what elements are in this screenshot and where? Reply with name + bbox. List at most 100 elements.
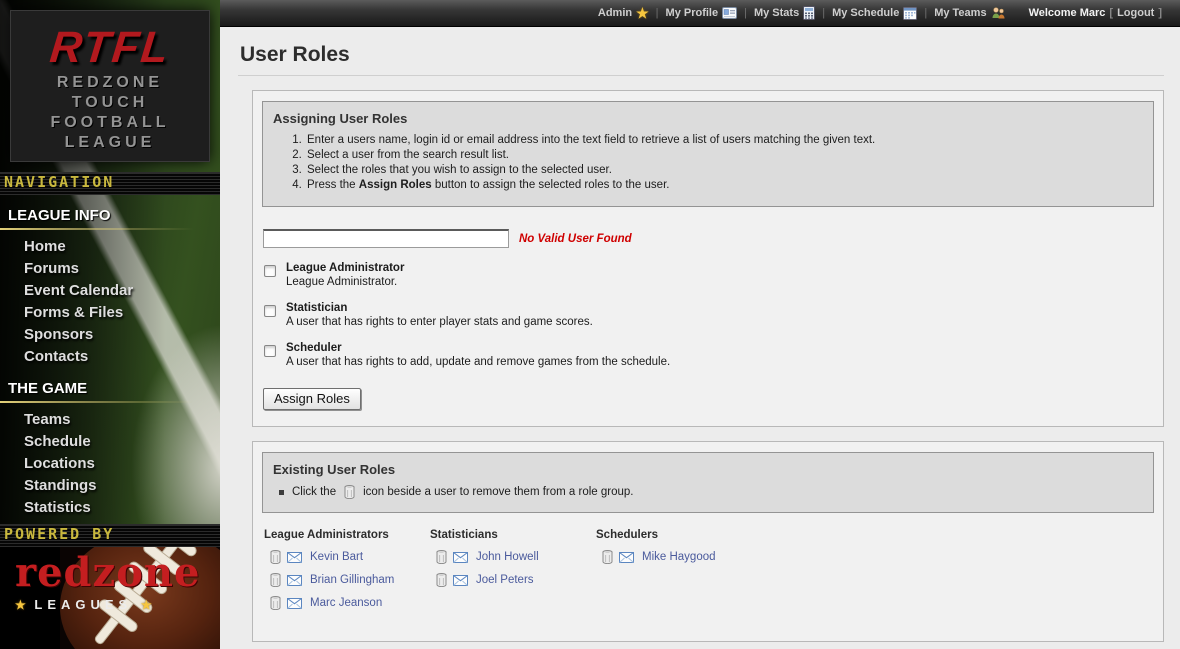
topbar-item-label: My Stats bbox=[754, 7, 799, 19]
email-icon[interactable] bbox=[619, 552, 634, 563]
role-checkbox-list: League AdministratorLeague Administrator… bbox=[262, 262, 1154, 368]
main-column: Admin★|My Profile|My Stats|My Schedule|M… bbox=[220, 0, 1180, 649]
bin-icon[interactable] bbox=[436, 573, 447, 587]
existing-heading: Existing User Roles bbox=[273, 462, 1143, 477]
user-search-input[interactable] bbox=[263, 229, 509, 248]
sidebar-item-contacts[interactable]: Contacts bbox=[0, 346, 220, 368]
welcome-text: Welcome Marc bbox=[1029, 7, 1106, 19]
topbar-item-my-teams[interactable]: My Teams bbox=[934, 6, 1005, 20]
email-icon[interactable] bbox=[287, 575, 302, 586]
sidebar-item-home[interactable]: Home bbox=[0, 236, 220, 258]
assign-roles-panel: Assigning User Roles Enter a users name,… bbox=[252, 90, 1164, 427]
role-text: SchedulerA user that has rights to add, … bbox=[286, 342, 670, 368]
page-title: User Roles bbox=[240, 43, 1164, 67]
bin-icon[interactable] bbox=[270, 550, 281, 564]
email-icon[interactable] bbox=[287, 552, 302, 563]
topbar-item-my-schedule[interactable]: My Schedule bbox=[832, 6, 917, 20]
user-search-row: No Valid User Found bbox=[263, 229, 1154, 248]
sidebar-item-forums[interactable]: Forums bbox=[0, 258, 220, 280]
section-underline bbox=[0, 401, 220, 403]
star-icon: ★ bbox=[15, 598, 26, 612]
calculator-icon bbox=[803, 6, 815, 20]
sidebar-item-event-calendar[interactable]: Event Calendar bbox=[0, 280, 220, 302]
user-row-marc-jeanson: Marc Jeanson bbox=[270, 596, 396, 610]
topbar-separator: | bbox=[822, 7, 825, 19]
role-row-league-administrator: League AdministratorLeague Administrator… bbox=[262, 262, 1154, 288]
user-row-john-howell: John Howell bbox=[436, 550, 562, 564]
email-icon[interactable] bbox=[453, 552, 468, 563]
topbar-item-my-profile[interactable]: My Profile bbox=[666, 7, 738, 19]
square-bullet bbox=[279, 490, 284, 495]
user-link-mike-haygood[interactable]: Mike Haygood bbox=[642, 551, 716, 563]
assign-roles-button[interactable]: Assign Roles bbox=[263, 388, 361, 410]
group-icon bbox=[991, 6, 1006, 20]
topbar-item-label: Admin bbox=[598, 7, 632, 19]
league-logo-line: FOOTBALL bbox=[11, 113, 209, 133]
existing-note: Click the icon beside a user to remove t… bbox=[279, 485, 1143, 499]
role-group-title: Statisticians bbox=[430, 529, 562, 541]
sidebar-item-schedule[interactable]: Schedule bbox=[0, 431, 220, 453]
user-link-joel-peters[interactable]: Joel Peters bbox=[476, 574, 534, 586]
sidebar-item-forms-files[interactable]: Forms & Files bbox=[0, 302, 220, 324]
sidebar-item-sponsors[interactable]: Sponsors bbox=[0, 324, 220, 346]
bin-icon bbox=[344, 485, 355, 499]
bin-icon[interactable] bbox=[270, 596, 281, 610]
logout-link[interactable]: Logout bbox=[1117, 7, 1154, 19]
role-group-statisticians: Statisticians John Howell Joel Peters bbox=[430, 529, 562, 619]
existing-note-list: Click the icon beside a user to remove t… bbox=[279, 485, 1143, 499]
role-row-scheduler: SchedulerA user that has rights to add, … bbox=[262, 342, 1154, 368]
title-divider bbox=[238, 75, 1164, 76]
topbar-item-label: My Teams bbox=[934, 7, 986, 19]
sidebar-item-standings[interactable]: Standings bbox=[0, 475, 220, 497]
role-checkbox-scheduler[interactable] bbox=[264, 345, 276, 357]
star-icon: ★ bbox=[141, 598, 152, 612]
role-name-label: Scheduler bbox=[286, 342, 670, 354]
logout-bracket-close: ] bbox=[1158, 7, 1162, 19]
redzone-wordmark: redzone bbox=[15, 549, 200, 596]
topbar-item-label: My Schedule bbox=[832, 7, 899, 19]
sidebar-item-statistics[interactable]: Statistics bbox=[0, 497, 220, 519]
sidebar-section-the-game: THE GAMETeamsScheduleLocationsStandingsS… bbox=[0, 368, 220, 519]
topbar-item-admin[interactable]: Admin★ bbox=[598, 6, 649, 21]
league-logo-line: TOUCH bbox=[11, 93, 209, 113]
bin-icon[interactable] bbox=[436, 550, 447, 564]
role-description: A user that has rights to enter player s… bbox=[286, 316, 593, 328]
user-row-kevin-bart: Kevin Bart bbox=[270, 550, 396, 564]
redzone-leagues-logo: redzone ★ LEAGUES ★ bbox=[0, 547, 220, 649]
sidebar-item-teams[interactable]: Teams bbox=[0, 409, 220, 431]
sidebar-item-locations[interactable]: Locations bbox=[0, 453, 220, 475]
existing-roles-header-box: Existing User Roles Click the icon besid… bbox=[262, 452, 1154, 513]
assigning-step: Select the roles that you wish to assign… bbox=[305, 164, 1143, 176]
topbar-separator: | bbox=[656, 7, 659, 19]
role-checkbox-league-administrator[interactable] bbox=[264, 265, 276, 277]
bin-icon[interactable] bbox=[270, 573, 281, 587]
role-groups: League Administrators Kevin Bart Brian Gil… bbox=[264, 529, 1154, 619]
email-icon[interactable] bbox=[453, 575, 468, 586]
role-checkbox-statistician[interactable] bbox=[264, 305, 276, 317]
content-area: User Roles Assigning User Roles Enter a … bbox=[220, 27, 1180, 649]
leagues-wordmark: ★ LEAGUES ★ bbox=[15, 597, 152, 612]
note-text-pre: Click the bbox=[292, 486, 336, 498]
role-text: Statistician A user that has rights to en… bbox=[286, 302, 593, 328]
app-root: RTFL REDZONETOUCHFOOTBALLLEAGUE NAVIGATI… bbox=[0, 0, 1180, 649]
user-link-marc-jeanson[interactable]: Marc Jeanson bbox=[310, 597, 382, 609]
topbar: Admin★|My Profile|My Stats|My Schedule|M… bbox=[220, 0, 1180, 27]
role-name-label: Statistician bbox=[286, 302, 593, 314]
vcard-icon bbox=[722, 7, 737, 19]
league-logo-abbr: RTFL bbox=[8, 23, 211, 73]
search-status-text: No Valid User Found bbox=[519, 233, 632, 245]
league-logo: RTFL REDZONETOUCHFOOTBALLLEAGUE bbox=[10, 10, 210, 162]
bin-icon[interactable] bbox=[602, 550, 613, 564]
topbar-item-my-stats[interactable]: My Stats bbox=[754, 6, 815, 20]
user-link-john-howell[interactable]: John Howell bbox=[476, 551, 539, 563]
role-name-label: League Administrator bbox=[286, 262, 404, 274]
sidebar-section-title: LEAGUE INFO bbox=[0, 205, 220, 226]
role-group-title: Schedulers bbox=[596, 529, 728, 541]
email-icon[interactable] bbox=[287, 598, 302, 609]
logout-bracket-open: [ bbox=[1109, 7, 1113, 19]
user-link-brian-gillingham[interactable]: Brian Gillingham bbox=[310, 574, 394, 586]
calendar-icon bbox=[903, 6, 917, 20]
role-group-title: League Administrators bbox=[264, 529, 396, 541]
role-row-statistician: Statistician A user that has rights to en… bbox=[262, 302, 1154, 328]
user-link-kevin-bart[interactable]: Kevin Bart bbox=[310, 551, 363, 563]
